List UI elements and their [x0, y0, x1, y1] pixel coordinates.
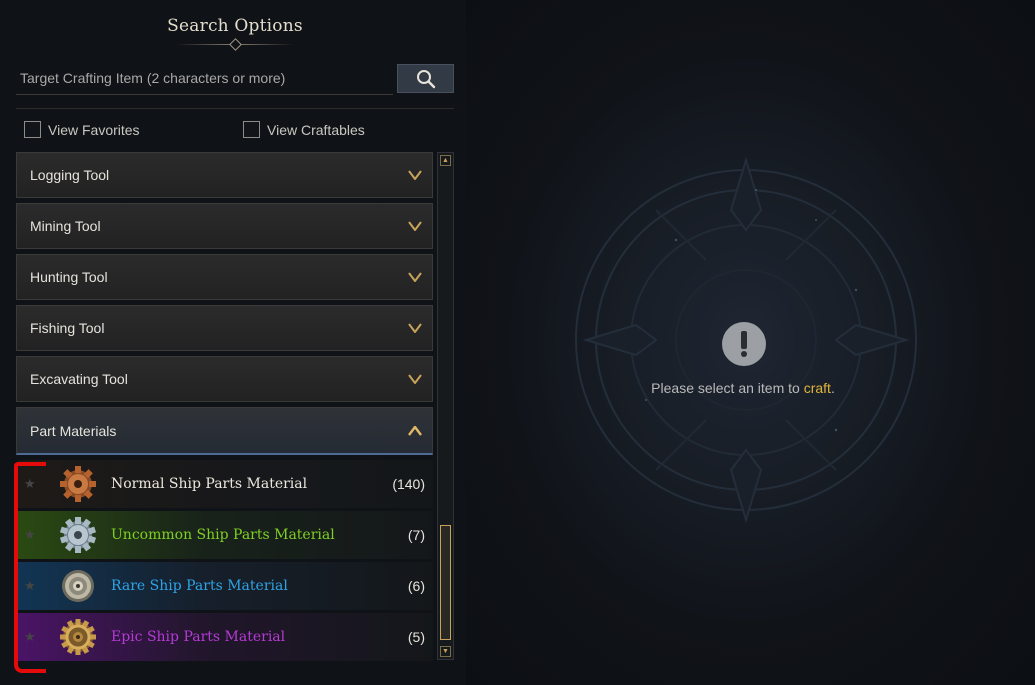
search-button[interactable]: [397, 64, 454, 93]
view-craftables-filter[interactable]: View Craftables: [243, 121, 365, 138]
category-fishing-tool[interactable]: Fishing Tool: [16, 305, 433, 351]
scroll-up-arrow-icon[interactable]: ▲: [440, 155, 451, 166]
category-excavating-tool[interactable]: Excavating Tool: [16, 356, 433, 402]
search-divider: [16, 108, 454, 109]
part-material-count: (6): [407, 578, 425, 594]
category-part-materials[interactable]: Part Materials: [16, 407, 433, 455]
panel-title: Search Options: [167, 16, 303, 36]
silver-gear-icon: [56, 513, 100, 557]
category-label: Logging Tool: [30, 167, 110, 183]
category-label: Excavating Tool: [30, 371, 128, 387]
chevron-up-icon: [408, 423, 422, 439]
part-material-count: (5): [407, 629, 425, 645]
category-logging-tool[interactable]: Logging Tool: [16, 152, 433, 198]
part-material-count: (7): [407, 527, 425, 543]
craft-detail-panel: Please select an item to craft.: [466, 0, 1035, 685]
view-favorites-filter[interactable]: View Favorites: [24, 121, 140, 138]
part-material-normal[interactable]: ★ Normal Ship Parts Material (140): [18, 460, 433, 508]
view-craftables-checkbox[interactable]: [243, 121, 260, 138]
exclamation-icon: [722, 322, 766, 366]
category-scrollbar[interactable]: ▲ ▼: [437, 152, 454, 660]
category-label: Part Materials: [30, 422, 117, 439]
steel-disc-gear-icon: [56, 564, 100, 608]
message-text: Please select an item to: [651, 380, 804, 396]
search-icon: [416, 69, 435, 88]
part-material-count: (140): [392, 476, 425, 492]
chevron-down-icon: [408, 218, 422, 234]
search-options-panel: Search Options View Favorites View Craft…: [0, 0, 466, 685]
select-item-message: Please select an item to craft.: [466, 380, 1020, 396]
part-material-epic[interactable]: ★ Epic Ship Parts Material (5): [18, 613, 433, 661]
chevron-down-icon: [408, 269, 422, 285]
title-diamond-ornament: [229, 38, 242, 51]
chevron-down-icon: [408, 371, 422, 387]
part-material-rare[interactable]: ★ Rare Ship Parts Material (6): [18, 562, 433, 610]
view-craftables-label: View Craftables: [267, 121, 365, 138]
gold-gear-icon: [56, 615, 100, 659]
red-annotation-bracket: [14, 462, 46, 673]
chevron-down-icon: [408, 320, 422, 336]
part-material-label: Uncommon Ship Parts Material: [111, 527, 335, 543]
scrollbar-thumb[interactable]: [440, 525, 451, 640]
search-field-wrapper: [16, 64, 393, 95]
category-hunting-tool[interactable]: Hunting Tool: [16, 254, 433, 300]
scroll-down-arrow-icon[interactable]: ▼: [440, 646, 451, 657]
category-label: Mining Tool: [30, 218, 101, 234]
bronze-gear-icon: [56, 462, 100, 506]
view-favorites-checkbox[interactable]: [24, 121, 41, 138]
message-highlight: craft: [803, 380, 831, 396]
part-material-label: Normal Ship Parts Material: [111, 476, 308, 492]
part-material-label: Rare Ship Parts Material: [111, 578, 288, 594]
view-favorites-label: View Favorites: [48, 121, 140, 138]
chevron-down-icon: [408, 167, 422, 183]
message-suffix: .: [830, 380, 835, 396]
category-label: Fishing Tool: [30, 320, 105, 336]
search-input[interactable]: [16, 64, 393, 92]
part-material-label: Epic Ship Parts Material: [111, 629, 286, 645]
part-material-uncommon[interactable]: ★ Uncommon Ship Parts Material (7): [18, 511, 433, 559]
category-label: Hunting Tool: [30, 269, 108, 285]
category-mining-tool[interactable]: Mining Tool: [16, 203, 433, 249]
